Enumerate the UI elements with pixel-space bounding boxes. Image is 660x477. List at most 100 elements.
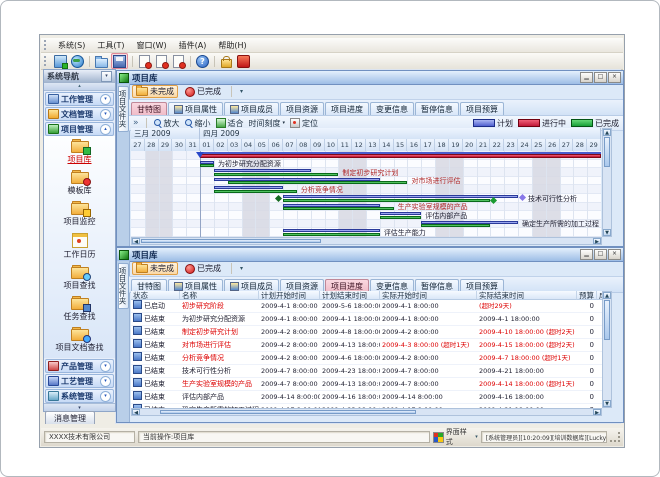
tab-project-progress[interactable]: 项目进度 bbox=[325, 102, 369, 115]
chevron-down-icon[interactable]: ▾ bbox=[100, 361, 111, 372]
gantt-actual-bar[interactable] bbox=[283, 199, 490, 202]
chevron-down-icon[interactable]: ▾ bbox=[100, 94, 111, 105]
tab-project-members[interactable]: 项目成员 bbox=[224, 102, 279, 115]
column-header-actual-start[interactable]: 实际开始时间 bbox=[380, 291, 477, 300]
tab-message-management[interactable]: 消息管理 bbox=[45, 411, 95, 424]
sidebar-item-project-search[interactable]: 项目查找 bbox=[64, 267, 96, 291]
gantt-actual-bar[interactable] bbox=[214, 190, 297, 193]
chevron-up-icon[interactable]: ▴ bbox=[100, 124, 111, 135]
scroll-down-icon[interactable]: ▼ bbox=[603, 400, 611, 407]
sidebar-group-project-management[interactable]: 项目管理▴ bbox=[45, 122, 114, 136]
sidebar-group-process-management[interactable]: 工艺管理▾ bbox=[45, 374, 114, 388]
column-header-plan-start[interactable]: 计划开始时间 bbox=[259, 291, 320, 300]
gantt-actual-bar[interactable] bbox=[380, 216, 421, 219]
scroll-left-icon[interactable]: ◀ bbox=[132, 409, 140, 415]
table-row[interactable]: 已结束技术可行性分析2009-4-7 8:00:002009-4-23 18:0… bbox=[131, 365, 602, 378]
sidebar-group-system-management[interactable]: 系统管理▾ bbox=[45, 389, 114, 403]
exit-button[interactable] bbox=[236, 54, 251, 68]
table-hscroll-thumb[interactable] bbox=[160, 410, 416, 414]
scroll-down-icon[interactable]: ▼ bbox=[603, 229, 611, 236]
table-vertical-scrollbar[interactable]: ▲ ▼ bbox=[602, 291, 612, 408]
gantt-vertical-scrollbar[interactable]: ▲ ▼ bbox=[602, 128, 612, 237]
dropdown-arrow-icon[interactable]: ▾ bbox=[238, 265, 245, 272]
column-header-budget[interactable]: 预算 bbox=[577, 291, 597, 300]
scroll-up-icon[interactable]: ▲ bbox=[603, 292, 611, 299]
scroll-left-icon[interactable]: ◀ bbox=[132, 238, 140, 244]
filter-incomplete-button[interactable]: 未完成 bbox=[132, 85, 178, 98]
column-header-plan-end[interactable]: 计划结束时间 bbox=[320, 291, 380, 300]
table-window-titlebar[interactable]: 项目库 ▁□× bbox=[117, 248, 623, 262]
gantt-window-titlebar[interactable]: 项目库 ▁□× bbox=[117, 71, 623, 85]
table-row[interactable]: 已结束对市场进行评估2009-4-2 8:00:002009-4-13 18:0… bbox=[131, 339, 602, 352]
tool-fit-button[interactable]: 适合 bbox=[216, 118, 244, 129]
close-icon[interactable]: × bbox=[608, 72, 621, 83]
gantt-hscroll-thumb[interactable] bbox=[141, 239, 321, 243]
table-row[interactable]: 已结束评估内部产品2009-4-14 8:00:002009-4-16 18:0… bbox=[131, 391, 602, 404]
minimize-icon[interactable]: ▁ bbox=[580, 249, 593, 260]
audit-button[interactable] bbox=[154, 54, 169, 68]
save-button[interactable] bbox=[111, 53, 128, 69]
table-row[interactable]: 已结束生产实验室规模的产品2009-4-7 8:00:002009-4-13 1… bbox=[131, 378, 602, 391]
sidebar-group-work-management[interactable]: 工作管理▾ bbox=[45, 92, 114, 106]
menu-item-tools[interactable]: 工具(T) bbox=[91, 39, 130, 52]
sidebar-item-project-monitor[interactable]: 项目监控 bbox=[64, 203, 96, 227]
tab-project-resources[interactable]: 项目资源 bbox=[280, 102, 324, 115]
sidebar-item-work-calendar[interactable]: 工作日历 bbox=[64, 233, 96, 260]
table-row[interactable]: 已启动初步研究阶段2009-4-1 8:00:002009-5-6 18:00:… bbox=[131, 300, 602, 313]
gantt-actual-bar[interactable] bbox=[283, 207, 394, 210]
interface-style-control[interactable]: 界面样式 ▾ bbox=[433, 427, 478, 447]
menu-item-plugins[interactable]: 插件(A) bbox=[173, 39, 213, 52]
gantt-summary-progress-bar[interactable] bbox=[200, 154, 601, 158]
table-row[interactable]: 已结束为初步研究分配资源2009-4-1 8:00:002009-4-1 18:… bbox=[131, 313, 602, 326]
gantt-actual-bar[interactable] bbox=[421, 224, 490, 227]
help-button[interactable] bbox=[195, 54, 210, 68]
column-header-status[interactable]: 状态 bbox=[131, 291, 180, 300]
globe-button[interactable] bbox=[70, 54, 85, 68]
scroll-right-icon[interactable]: ▶ bbox=[593, 409, 601, 415]
table-vscroll-thumb[interactable] bbox=[604, 300, 610, 340]
resize-grip[interactable] bbox=[610, 432, 620, 442]
chevron-down-icon[interactable]: ▾ bbox=[100, 376, 111, 387]
overflow-chevrons-icon[interactable]: » bbox=[133, 118, 139, 128]
sidebar-group-document-management[interactable]: 文档管理▾ bbox=[45, 107, 114, 121]
menu-item-window[interactable]: 窗口(W) bbox=[130, 39, 172, 52]
gantt-horizontal-scrollbar[interactable]: ◀ ▶ bbox=[131, 237, 602, 245]
sidebar-item-project-doc-search[interactable]: 项目文档查找 bbox=[56, 329, 104, 353]
column-header-actual-end[interactable]: 实际结束时间 bbox=[477, 291, 577, 300]
gantt-actual-bar[interactable] bbox=[228, 181, 408, 184]
tool-locate-button[interactable]: 定位 bbox=[290, 118, 318, 129]
lock-button[interactable] bbox=[219, 54, 234, 68]
gantt-actual-bar[interactable] bbox=[214, 173, 338, 176]
filter-completed-button[interactable]: 已完成 bbox=[181, 85, 225, 98]
sidebar-item-task-search[interactable]: 任务查找 bbox=[64, 298, 96, 322]
tool-zoom-in-button[interactable]: 放大 bbox=[154, 118, 180, 129]
gantt-actual-bar[interactable] bbox=[200, 164, 214, 167]
close-icon[interactable]: × bbox=[608, 249, 621, 260]
folder-button[interactable] bbox=[94, 54, 109, 68]
menu-item-help[interactable]: 帮助(H) bbox=[212, 39, 252, 52]
tool-zoom-out-button[interactable]: 缩小 bbox=[185, 118, 211, 129]
maximize-icon[interactable]: □ bbox=[594, 249, 607, 260]
tab-project-properties[interactable]: 项目属性 bbox=[168, 102, 223, 115]
sidebar-item-project-library[interactable]: 项目库 bbox=[68, 141, 92, 165]
table-row[interactable]: 已结束制定初步研究计划2009-4-2 8:00:002009-4-8 18:0… bbox=[131, 326, 602, 339]
tab-gantt-chart[interactable]: 甘特图 bbox=[131, 102, 167, 115]
monitor-button[interactable] bbox=[53, 54, 68, 68]
report-button[interactable] bbox=[137, 54, 152, 68]
project-folder-tab[interactable]: 项目文件夹 bbox=[118, 263, 129, 309]
maximize-icon[interactable]: □ bbox=[594, 72, 607, 83]
chevron-down-icon[interactable]: ▾ bbox=[100, 391, 111, 402]
tool-time-scale-button[interactable]: 时间刻度▾ bbox=[249, 118, 286, 129]
tab-change-info[interactable]: 变更信息 bbox=[370, 102, 414, 115]
gantt-vscroll-thumb[interactable] bbox=[604, 137, 610, 167]
tab-project-budget[interactable]: 项目预算 bbox=[460, 102, 504, 115]
column-header-name[interactable]: 名称 bbox=[180, 291, 259, 300]
tab-pause-info[interactable]: 暂停信息 bbox=[415, 102, 459, 115]
sidebar-item-template-library[interactable]: 模板库 bbox=[68, 172, 92, 196]
sidebar-splitter[interactable]: ▴ bbox=[44, 83, 115, 91]
sidebar-collapse-button[interactable]: ▾ bbox=[101, 71, 112, 82]
sidebar-overflow-button[interactable]: ▾ bbox=[44, 403, 115, 411]
table-row[interactable]: 已结束分析竞争情况2009-4-2 8:00:002009-4-6 18:00:… bbox=[131, 352, 602, 365]
scroll-right-icon[interactable]: ▶ bbox=[593, 238, 601, 244]
sidebar-group-product-management[interactable]: 产品管理▾ bbox=[45, 359, 114, 373]
